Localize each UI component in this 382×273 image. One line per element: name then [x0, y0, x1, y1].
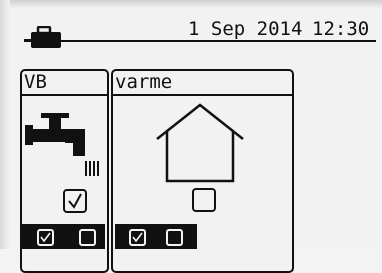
panel-title-divider [22, 94, 107, 96]
checkmark-icon [132, 232, 143, 243]
panel-title-divider [113, 94, 292, 96]
house-icon [156, 103, 244, 183]
status-bar: 1 Sep 2014 12:30 [0, 0, 382, 48]
panel-title: VB [24, 71, 47, 93]
varme-footer [115, 224, 197, 249]
checkmark-icon [68, 193, 82, 209]
varme-footer-checkbox-off[interactable] [166, 229, 183, 246]
checkmark-icon [40, 232, 51, 243]
vb-footer [20, 224, 105, 249]
controller-screen: 1 Sep 2014 12:30 VB varme [0, 0, 382, 273]
time-display: 12:30 [312, 18, 370, 40]
vb-enable-checkbox[interactable] [63, 189, 87, 213]
vb-footer-checkbox-off[interactable] [79, 229, 96, 246]
vb-footer-checkbox-on[interactable] [37, 229, 54, 246]
briefcase-icon [24, 26, 61, 48]
panel-title: varme [115, 71, 173, 93]
varme-enable-checkbox[interactable] [192, 188, 216, 212]
varme-footer-checkbox-on[interactable] [129, 229, 146, 246]
tap-icon [25, 113, 99, 176]
date-display: 1 Sep 2014 [188, 18, 303, 40]
status-divider [24, 40, 376, 42]
